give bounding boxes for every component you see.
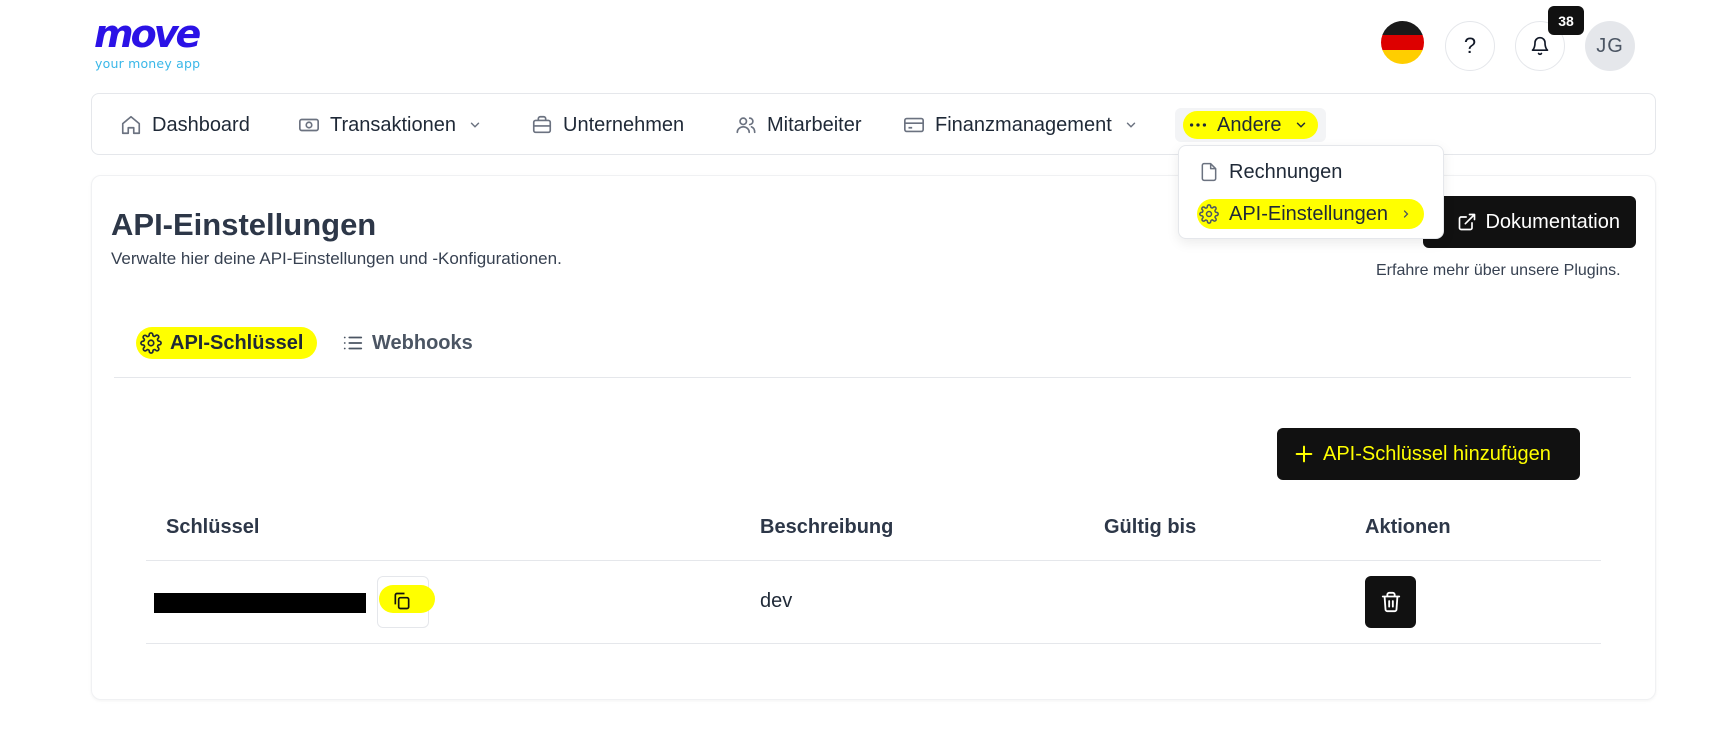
chevron-right-icon — [1400, 208, 1412, 220]
plus-icon — [1293, 443, 1315, 465]
banknote-icon — [298, 114, 320, 136]
user-avatar[interactable]: JG — [1585, 21, 1635, 71]
brand-name: move — [94, 12, 201, 56]
users-icon — [735, 114, 757, 136]
nav-label-employees: Mitarbeiter — [767, 113, 862, 136]
notifications-badge: 38 — [1548, 6, 1584, 35]
tab-api-keys[interactable]: API-Schlüssel — [136, 327, 318, 359]
help-button[interactable]: ? — [1445, 21, 1495, 71]
brand-tagline: your money app — [95, 56, 201, 71]
home-icon — [120, 114, 142, 136]
nav-label-dashboard: Dashboard — [152, 113, 250, 136]
page-title: API-Einstellungen — [111, 207, 377, 242]
copy-icon — [394, 592, 410, 610]
language-flag-icon[interactable] — [1381, 21, 1424, 64]
redacted-api-key — [154, 593, 366, 613]
delete-key-button[interactable] — [1365, 576, 1416, 628]
chevron-down-icon — [1124, 118, 1138, 132]
key-description: dev — [760, 590, 793, 612]
table-header-description: Beschreibung — [760, 516, 894, 538]
plugins-info-text: Erfahre mehr über unsere Plugins. — [1376, 262, 1621, 279]
nav-item-company[interactable]: Unternehmen — [531, 108, 684, 142]
help-icon: ? — [1463, 33, 1477, 58]
documentation-button[interactable]: Dokumentation — [1423, 196, 1636, 248]
page-subtitle: Verwalte hier deine API-Einstellungen un… — [111, 249, 562, 268]
add-api-key-button[interactable]: API-Schlüssel hinzufügen — [1277, 428, 1580, 480]
add-api-key-label: API-Schlüssel hinzufügen — [1323, 442, 1551, 465]
bell-icon — [1531, 36, 1549, 56]
menu-item-invoices[interactable]: Rechnungen — [1199, 157, 1342, 187]
tab-label-api-keys: API-Schlüssel — [170, 331, 304, 354]
nav-item-dashboard[interactable]: Dashboard — [120, 108, 250, 142]
menu-label-api-settings: API-Einstellungen — [1229, 202, 1388, 225]
file-icon — [1199, 162, 1219, 182]
nav-item-finance[interactable]: Finanzmanagement — [903, 108, 1138, 142]
nav-item-employees[interactable]: Mitarbeiter — [735, 108, 861, 142]
nav-label-transactions: Transaktionen — [330, 113, 456, 136]
table-divider — [146, 643, 1601, 644]
menu-item-api-settings[interactable]: API-Einstellungen — [1197, 199, 1424, 229]
external-link-icon — [1457, 212, 1477, 232]
tabs-divider — [114, 377, 1631, 378]
menu-label-invoices: Rechnungen — [1229, 160, 1343, 183]
documentation-label: Dokumentation — [1485, 210, 1620, 233]
tab-label-webhooks: Webhooks — [372, 331, 473, 354]
nav-item-transactions[interactable]: Transaktionen — [298, 108, 482, 142]
other-dropdown-menu: Rechnungen API-Einstellungen — [1178, 145, 1444, 239]
table-header-key: Schlüssel — [166, 516, 260, 538]
briefcase-icon — [531, 114, 553, 136]
table-header-actions: Aktionen — [1365, 516, 1451, 538]
list-icon — [342, 332, 364, 354]
brand-logo[interactable]: move your money app — [94, 14, 234, 74]
nav-label-finance: Finanzmanagement — [935, 113, 1112, 136]
trash-icon — [1381, 591, 1400, 613]
chevron-down-icon — [468, 118, 482, 132]
gear-icon — [1199, 204, 1219, 224]
credit-card-icon — [903, 114, 925, 136]
gear-icon — [140, 332, 162, 354]
table-header-valid-until: Gültig bis — [1104, 516, 1197, 538]
nav-item-other[interactable]: Andere — [1175, 108, 1326, 142]
chevron-down-icon — [1294, 118, 1308, 132]
avatar-initials: JG — [1596, 34, 1624, 57]
table-divider — [146, 560, 1601, 561]
tab-webhooks[interactable]: Webhooks — [342, 327, 473, 359]
more-horizontal-icon — [1187, 114, 1209, 136]
nav-label-other: Andere — [1217, 113, 1282, 136]
nav-label-company: Unternehmen — [563, 113, 685, 136]
